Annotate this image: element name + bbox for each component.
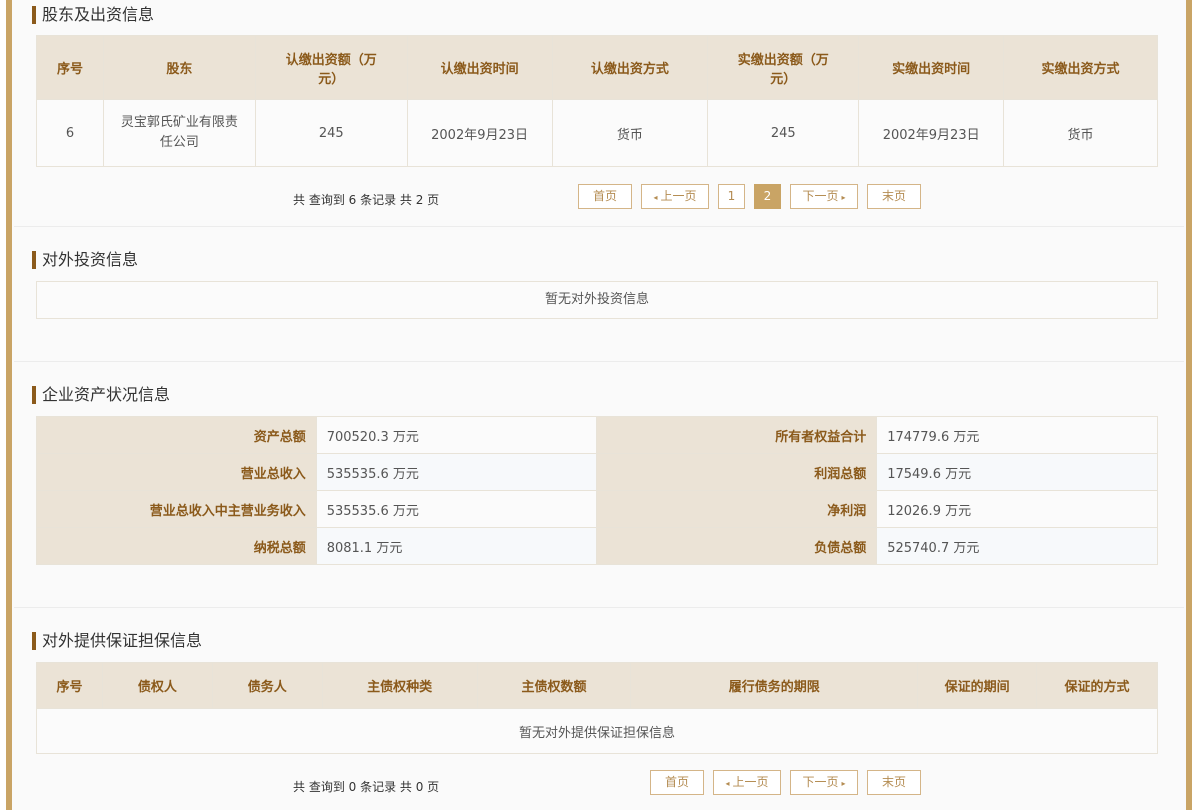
section-divider xyxy=(14,607,1184,608)
asset-value: 8081.1 万元 xyxy=(315,527,598,565)
section-title-assets: 企业资产状况信息 xyxy=(32,386,170,404)
cell-shareholder: 灵宝郭氏矿业有限责任公司 xyxy=(102,99,256,167)
asset-label: 负债总额 xyxy=(596,527,878,565)
col-header: 保证的期间 xyxy=(917,662,1038,709)
table-row: 暂无对外提供保证担保信息 xyxy=(36,708,1158,754)
prev-page-button[interactable]: ◂ 上一页 xyxy=(641,184,709,209)
cell-subscribed-date: 2002年9月23日 xyxy=(406,99,553,167)
assets-table: 资产总额 700520.3 万元 所有者权益合计 174779.6 万元 营业总… xyxy=(36,416,1158,565)
pagination: 首页 ◂ 上一页 1 2 下一页 ▸ 末页 xyxy=(578,184,923,210)
col-header: 履行债务的期限 xyxy=(630,662,919,709)
pager-info: 共 查询到 0 条记录 共 0 页 xyxy=(293,780,440,794)
prev-page-label: 上一页 xyxy=(660,189,697,203)
caret-right-icon: ▸ xyxy=(841,779,846,788)
asset-value: 535535.6 万元 xyxy=(315,490,598,528)
section-divider xyxy=(14,361,1184,362)
col-header: 实缴出资时间 xyxy=(858,35,1005,100)
table-header-row: 序号 股东 认缴出资额（万元） 认缴出资时间 认缴出资方式 实缴出资额（万元） … xyxy=(36,35,1158,100)
guarantees-empty-message: 暂无对外提供保证担保信息 xyxy=(36,708,1158,754)
col-header: 主债权数额 xyxy=(476,662,632,709)
content-frame: 股东及出资信息 序号 股东 认缴出资额（万元） 认缴出资时间 认缴出资方式 实缴… xyxy=(6,0,1192,810)
pagination: 首页 ◂ 上一页 下一页 ▸ 末页 xyxy=(650,770,925,796)
col-header: 认缴出资额（万元） xyxy=(254,35,408,100)
next-page-button[interactable]: 下一页 ▸ xyxy=(790,770,858,795)
col-header: 序号 xyxy=(36,662,103,709)
table-row: 营业总收入 535535.6 万元 利润总额 17549.6 万元 xyxy=(36,453,1158,491)
table-row: 6 灵宝郭氏矿业有限责任公司 245 2002年9月23日 货币 245 200… xyxy=(36,99,1158,167)
next-page-button[interactable]: 下一页 ▸ xyxy=(790,184,858,209)
asset-label: 净利润 xyxy=(596,490,878,528)
col-header: 债务人 xyxy=(211,662,323,709)
page-button-1[interactable]: 1 xyxy=(718,184,745,209)
cell-paid-method: 货币 xyxy=(1003,99,1158,167)
asset-value: 700520.3 万元 xyxy=(315,416,598,454)
guarantees-table: 序号 债权人 债务人 主债权种类 主债权数额 履行债务的期限 保证的期间 保证的… xyxy=(36,662,1158,754)
asset-value: 525740.7 万元 xyxy=(876,527,1158,565)
asset-label: 营业总收入中主营业务收入 xyxy=(36,490,317,528)
next-page-label: 下一页 xyxy=(802,189,839,203)
caret-right-icon: ▸ xyxy=(841,193,846,202)
col-header: 保证的方式 xyxy=(1036,662,1158,709)
table-row: 营业总收入中主营业务收入 535535.6 万元 净利润 12026.9 万元 xyxy=(36,490,1158,528)
asset-label: 利润总额 xyxy=(596,453,878,491)
table-header-row: 序号 债权人 债务人 主债权种类 主债权数额 履行债务的期限 保证的期间 保证的… xyxy=(36,662,1158,709)
asset-value: 174779.6 万元 xyxy=(876,416,1158,454)
section-divider xyxy=(14,226,1184,227)
first-page-button[interactable]: 首页 xyxy=(650,770,704,795)
pager-info: 共 查询到 6 条记录 共 2 页 xyxy=(293,193,440,207)
next-page-label: 下一页 xyxy=(802,775,839,789)
asset-value: 12026.9 万元 xyxy=(876,490,1158,528)
col-header: 主债权种类 xyxy=(321,662,478,709)
prev-page-button[interactable]: ◂ 上一页 xyxy=(713,770,781,795)
cell-subscribed-amount: 245 xyxy=(254,99,408,167)
caret-left-icon: ◂ xyxy=(653,193,658,202)
asset-value: 17549.6 万元 xyxy=(876,453,1158,491)
col-header: 认缴出资方式 xyxy=(551,35,709,100)
investments-empty-message: 暂无对外投资信息 xyxy=(36,281,1158,319)
col-header: 实缴出资额（万元） xyxy=(707,35,860,100)
cell-index: 6 xyxy=(36,99,104,167)
page-button-2[interactable]: 2 xyxy=(754,184,781,209)
last-page-button[interactable]: 末页 xyxy=(867,184,921,209)
col-header: 序号 xyxy=(36,35,104,100)
caret-left-icon: ◂ xyxy=(725,779,730,788)
asset-value: 535535.6 万元 xyxy=(315,453,598,491)
last-page-button[interactable]: 末页 xyxy=(867,770,921,795)
cell-paid-amount: 245 xyxy=(707,99,860,167)
cell-paid-date: 2002年9月23日 xyxy=(858,99,1005,167)
section-title-shareholders: 股东及出资信息 xyxy=(32,6,154,24)
asset-label: 纳税总额 xyxy=(36,527,317,565)
prev-page-label: 上一页 xyxy=(732,775,769,789)
table-row: 资产总额 700520.3 万元 所有者权益合计 174779.6 万元 xyxy=(36,416,1158,454)
first-page-button[interactable]: 首页 xyxy=(578,184,632,209)
cell-subscribed-method: 货币 xyxy=(551,99,709,167)
section-title-investments: 对外投资信息 xyxy=(32,251,138,269)
col-header: 实缴出资方式 xyxy=(1003,35,1158,100)
shareholders-table: 序号 股东 认缴出资额（万元） 认缴出资时间 认缴出资方式 实缴出资额（万元） … xyxy=(36,35,1158,167)
col-header: 股东 xyxy=(102,35,256,100)
col-header: 债权人 xyxy=(101,662,213,709)
asset-label: 资产总额 xyxy=(36,416,317,454)
asset-label: 所有者权益合计 xyxy=(596,416,878,454)
col-header: 认缴出资时间 xyxy=(406,35,553,100)
table-row: 纳税总额 8081.1 万元 负债总额 525740.7 万元 xyxy=(36,527,1158,565)
section-title-guarantees: 对外提供保证担保信息 xyxy=(32,632,202,650)
asset-label: 营业总收入 xyxy=(36,453,317,491)
